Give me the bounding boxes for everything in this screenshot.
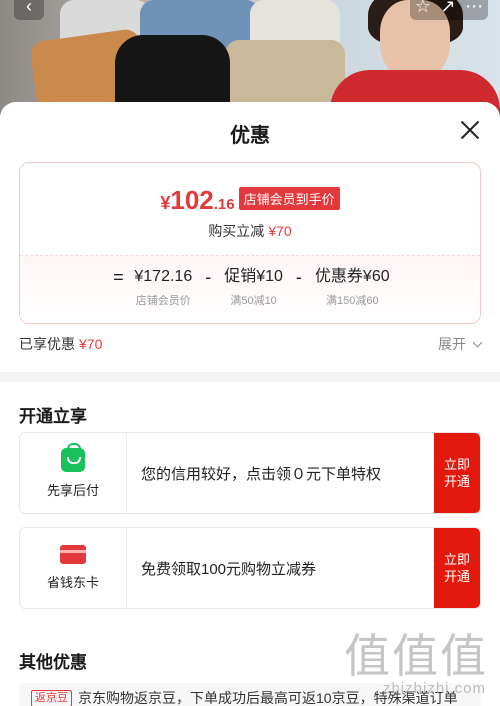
other-section-title: 其他优惠 (19, 653, 87, 672)
promotion-rule: 满50减10 (230, 295, 277, 307)
card-icon (60, 545, 86, 564)
minus-sign: - (205, 267, 212, 287)
price-summary: ¥102.16 店铺会员到手价 购买立减 ¥70 (20, 163, 480, 255)
buy-reduce-label: 购买立减 (208, 223, 265, 239)
member-price-label: 店铺会员价 (135, 295, 191, 307)
enjoyed-discount: 已享优惠 ¥70 (19, 334, 102, 354)
service-card-left: 先享后付 (20, 433, 127, 513)
service-label: 先享后付 (46, 482, 99, 498)
more-icon[interactable]: ⋯ (465, 0, 483, 17)
price-decimal: .16 (213, 196, 235, 213)
star-icon[interactable]: ☆ (415, 0, 431, 17)
back-button[interactable]: ‹ (14, 0, 44, 20)
equals-sign: = (113, 267, 124, 287)
formula-item-coupon: 优惠券¥60 满150减60 (315, 266, 390, 308)
site-watermark-url: zhizhizhi.com (382, 680, 486, 697)
share-icon[interactable]: ↗ (441, 0, 456, 17)
service-description: 您的信用较好，点击领０元下单特权 (141, 465, 382, 483)
enjoyed-amount: ¥70 (79, 336, 103, 352)
product-image-tee (250, 0, 340, 45)
sheet-header-area: 优惠 ¥102.16 店铺会员到手价 购买立减 ¥70 = ¥172.16 店铺会员… (0, 102, 500, 372)
final-price: ¥102.16 店铺会员到手价 (20, 185, 480, 216)
expand-button[interactable]: 展开 (438, 334, 483, 354)
price-integer: 102 (170, 185, 214, 215)
promotion-value: 促销¥10 (224, 268, 283, 285)
service-description: 免费领取100元购物立减券 (141, 560, 317, 578)
service-card-jd-card[interactable]: 省钱东卡 免费领取100元购物立减券 立即 开通 (19, 527, 481, 609)
formula-item-member-price: ¥172.16 店铺会员价 (134, 266, 192, 308)
minus-sign: - (295, 267, 302, 287)
top-actions: ☆ ↗ ⋯ (410, 0, 488, 20)
coupon-rule: 满150减60 (325, 295, 379, 307)
price-card: ¥102.16 店铺会员到手价 购买立减 ¥70 = ¥172.16 店铺会员价 -… (19, 162, 481, 324)
chevron-down-icon (472, 337, 483, 347)
service-card-pay-later[interactable]: 先享后付 您的信用较好，点击领０元下单特权 立即 开通 (19, 432, 481, 514)
member-price-tag: 店铺会员到手价 (238, 187, 340, 210)
price-formula: = ¥172.16 店铺会员价 - 促销¥10 满50减10 - 优惠券¥60 … (20, 266, 480, 308)
open-section-title: 开通立享 (19, 407, 87, 426)
buy-reduce: 购买立减 ¥70 (20, 221, 480, 241)
open-now-button[interactable]: 立即 开通 (434, 528, 480, 608)
coupon-value: 优惠券¥60 (314, 268, 390, 285)
service-label: 省钱东卡 (46, 575, 99, 590)
price-currency: ¥ (160, 193, 171, 213)
sheet-title: 优惠 (230, 125, 270, 147)
close-icon[interactable] (460, 120, 480, 140)
enjoyed-label: 已享优惠 (19, 336, 75, 352)
buy-reduce-amount: ¥70 (268, 223, 292, 239)
formula-item-promotion: 促销¥10 满50减10 (224, 266, 283, 308)
chevron-left-icon: ‹ (26, 0, 32, 16)
discount-sheet: 优惠 ¥102.16 店铺会员到手价 购买立减 ¥70 = ¥172.16 店铺会员… (0, 102, 500, 706)
price-breakdown: = ¥172.16 店铺会员价 - 促销¥10 满50减10 - 优惠券¥60 … (20, 255, 480, 323)
service-card-left: 省钱东卡 (20, 528, 127, 608)
enjoyed-discount-row: 已享优惠 ¥70 展开 (19, 334, 483, 354)
open-now-button[interactable]: 立即 开通 (434, 433, 480, 513)
site-watermark: 值值值 (344, 629, 488, 683)
rebate-badge: 返京豆 (31, 689, 72, 706)
expand-label: 展开 (438, 336, 466, 352)
member-price-value: ¥172.16 (134, 268, 193, 285)
shopping-bag-icon (61, 442, 85, 472)
